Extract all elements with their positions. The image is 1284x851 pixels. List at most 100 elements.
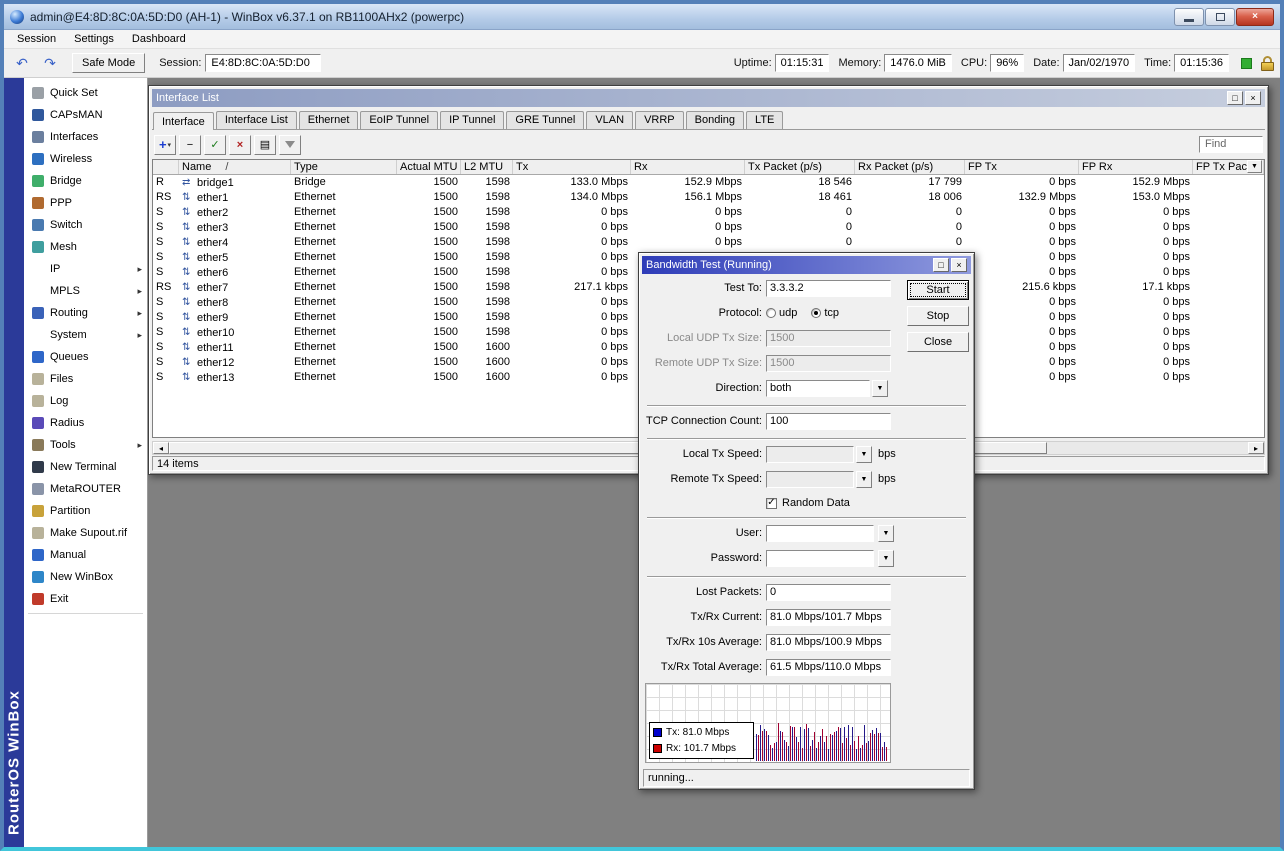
radio-icon bbox=[766, 308, 776, 318]
sidebar-item[interactable]: Radius bbox=[24, 412, 147, 434]
sidebar-item[interactable]: IP ▸ bbox=[24, 258, 147, 280]
sidebar-item[interactable]: Mesh bbox=[24, 236, 147, 258]
col-name[interactable]: Name / bbox=[179, 160, 291, 174]
titlebar[interactable]: admin@E4:8D:8C:0A:5D:D0 (AH-1) - WinBox … bbox=[4, 4, 1280, 30]
enable-button[interactable]: ✓ bbox=[204, 134, 226, 155]
random-data-checkbox[interactable] bbox=[766, 497, 777, 509]
sidebar-item[interactable]: PPP bbox=[24, 192, 147, 214]
row-rx-packet: 0 bbox=[955, 236, 962, 248]
password-input[interactable] bbox=[766, 549, 874, 567]
menu-item[interactable]: Dashboard bbox=[123, 31, 195, 47]
table-row[interactable]: S ⇅ ether2 Ethernet 1500 1598 0 bps 0 bps… bbox=[153, 205, 1264, 220]
stop-button[interactable]: Stop bbox=[907, 306, 969, 326]
sidebar-item[interactable]: Queues bbox=[24, 346, 147, 368]
scroll-right-icon[interactable]: ▸ bbox=[1248, 442, 1264, 454]
protocol-udp-radio[interactable]: udp bbox=[766, 307, 797, 319]
sidebar-item[interactable]: New Terminal bbox=[24, 456, 147, 478]
col-tx-packet[interactable]: Tx Packet (p/s) bbox=[745, 160, 855, 174]
scroll-left-icon[interactable]: ◂ bbox=[153, 442, 169, 454]
safe-mode-button[interactable]: Safe Mode bbox=[72, 53, 146, 73]
column-select-button[interactable]: ▼ bbox=[1247, 160, 1262, 173]
close-dialog-icon[interactable]: × bbox=[951, 258, 967, 272]
start-button[interactable]: Start bbox=[907, 280, 969, 300]
tcp-count-input[interactable] bbox=[766, 412, 891, 430]
maximize-dialog-icon[interactable]: □ bbox=[933, 258, 949, 272]
maximize-window-icon[interactable]: □ bbox=[1227, 91, 1243, 105]
col-l2-mtu[interactable]: L2 MTU bbox=[461, 160, 513, 174]
table-row[interactable]: S ⇅ ether4 Ethernet 1500 1598 0 bps 0 bps… bbox=[153, 235, 1264, 250]
sidebar-item[interactable]: Interfaces bbox=[24, 126, 147, 148]
remove-button[interactable]: − bbox=[179, 134, 201, 155]
tab[interactable]: Interface List bbox=[215, 111, 297, 129]
sidebar-item[interactable]: New WinBox bbox=[24, 566, 147, 588]
session-value[interactable]: E4:8D:8C:0A:5D:D0 bbox=[205, 54, 322, 72]
sidebar-item[interactable]: CAPsMAN bbox=[24, 104, 147, 126]
undo-icon[interactable]: ↶ bbox=[10, 52, 34, 74]
tab[interactable]: Ethernet bbox=[298, 111, 359, 129]
sidebar-item[interactable]: System ▸ bbox=[24, 324, 147, 346]
row-tx-packet: 0 bbox=[845, 206, 852, 218]
sidebar-item[interactable]: Exit bbox=[24, 588, 147, 610]
direction-dropdown-icon[interactable]: ▼ bbox=[872, 379, 888, 397]
col-rx-packet[interactable]: Rx Packet (p/s) bbox=[855, 160, 965, 174]
tab[interactable]: Interface bbox=[153, 112, 214, 130]
col-rx[interactable]: Rx bbox=[631, 160, 745, 174]
password-dropdown-icon[interactable]: ▼ bbox=[878, 549, 894, 567]
sidebar-item[interactable]: Make Supout.rif bbox=[24, 522, 147, 544]
col-flags[interactable] bbox=[153, 160, 179, 174]
table-row[interactable]: R ⇄ bridge1 Bridge 1500 1598 133.0 Mbps 1… bbox=[153, 175, 1264, 190]
tab[interactable]: LTE bbox=[746, 111, 784, 129]
tab[interactable]: VLAN bbox=[586, 111, 634, 129]
comment-button[interactable]: ▤ bbox=[254, 134, 276, 155]
maximize-button[interactable] bbox=[1205, 7, 1235, 26]
sidebar-item[interactable]: MPLS ▸ bbox=[24, 280, 147, 302]
find-box[interactable]: Find bbox=[1199, 136, 1263, 153]
menu-item[interactable]: Session bbox=[8, 31, 65, 47]
add-button[interactable]: + ▾ bbox=[154, 134, 176, 155]
sidebar-item-label: Make Supout.rif bbox=[50, 527, 128, 539]
disable-button[interactable]: × bbox=[229, 134, 251, 155]
user-input[interactable] bbox=[766, 524, 874, 542]
table-row[interactable]: S ⇅ ether3 Ethernet 1500 1598 0 bps 0 bps… bbox=[153, 220, 1264, 235]
protocol-tcp-radio[interactable]: tcp bbox=[811, 307, 839, 319]
tab[interactable]: Bonding bbox=[685, 111, 745, 129]
menu-item[interactable]: Settings bbox=[65, 31, 123, 47]
close-dialog-button[interactable]: Close bbox=[907, 332, 969, 352]
sidebar-item[interactable]: Files bbox=[24, 368, 147, 390]
sidebar-item[interactable]: Partition bbox=[24, 500, 147, 522]
interface-list-titlebar[interactable]: Interface List □ × bbox=[152, 89, 1265, 107]
bandwidth-dialog-titlebar[interactable]: Bandwidth Test (Running) □ × bbox=[642, 256, 971, 274]
tab[interactable]: VRRP bbox=[635, 111, 684, 129]
sidebar-item[interactable]: Manual bbox=[24, 544, 147, 566]
sidebar-item[interactable]: Wireless bbox=[24, 148, 147, 170]
sidebar-item[interactable]: Quick Set bbox=[24, 82, 147, 104]
close-window-icon[interactable]: × bbox=[1245, 91, 1261, 105]
col-fp-rx[interactable]: FP Rx bbox=[1079, 160, 1193, 174]
col-type[interactable]: Type bbox=[291, 160, 397, 174]
col-fp-tx[interactable]: FP Tx bbox=[965, 160, 1079, 174]
tab[interactable]: IP Tunnel bbox=[440, 111, 505, 129]
sidebar-item[interactable]: Bridge bbox=[24, 170, 147, 192]
tab[interactable]: GRE Tunnel bbox=[506, 111, 585, 129]
sidebar-item-label: Exit bbox=[50, 593, 69, 605]
interface-list-title: Interface List bbox=[156, 92, 219, 104]
sidebar-item[interactable]: Routing ▸ bbox=[24, 302, 147, 324]
redo-icon[interactable]: ↷ bbox=[38, 52, 62, 74]
sidebar-item[interactable]: MetaROUTER bbox=[24, 478, 147, 500]
sidebar-item-label: Wireless bbox=[50, 153, 93, 165]
test-to-input[interactable] bbox=[766, 279, 891, 297]
close-button[interactable]: × bbox=[1236, 7, 1274, 26]
user-dropdown-icon[interactable]: ▼ bbox=[878, 524, 894, 542]
col-tx[interactable]: Tx bbox=[513, 160, 631, 174]
tab[interactable]: EoIP Tunnel bbox=[360, 111, 439, 129]
minimize-button[interactable] bbox=[1174, 7, 1204, 26]
col-fp-tx-packet[interactable]: FP Tx Pac... ▼ bbox=[1193, 160, 1264, 174]
sidebar-item[interactable]: Log bbox=[24, 390, 147, 412]
filter-button[interactable] bbox=[279, 134, 301, 155]
sidebar-item-label: CAPsMAN bbox=[50, 109, 103, 121]
sidebar-item[interactable]: Tools ▸ bbox=[24, 434, 147, 456]
col-actual-mtu[interactable]: Actual MTU bbox=[397, 160, 461, 174]
table-row[interactable]: RS ⇅ ether1 Ethernet 1500 1598 134.0 Mbps… bbox=[153, 190, 1264, 205]
sidebar-item[interactable]: Switch bbox=[24, 214, 147, 236]
direction-select[interactable] bbox=[766, 379, 870, 397]
